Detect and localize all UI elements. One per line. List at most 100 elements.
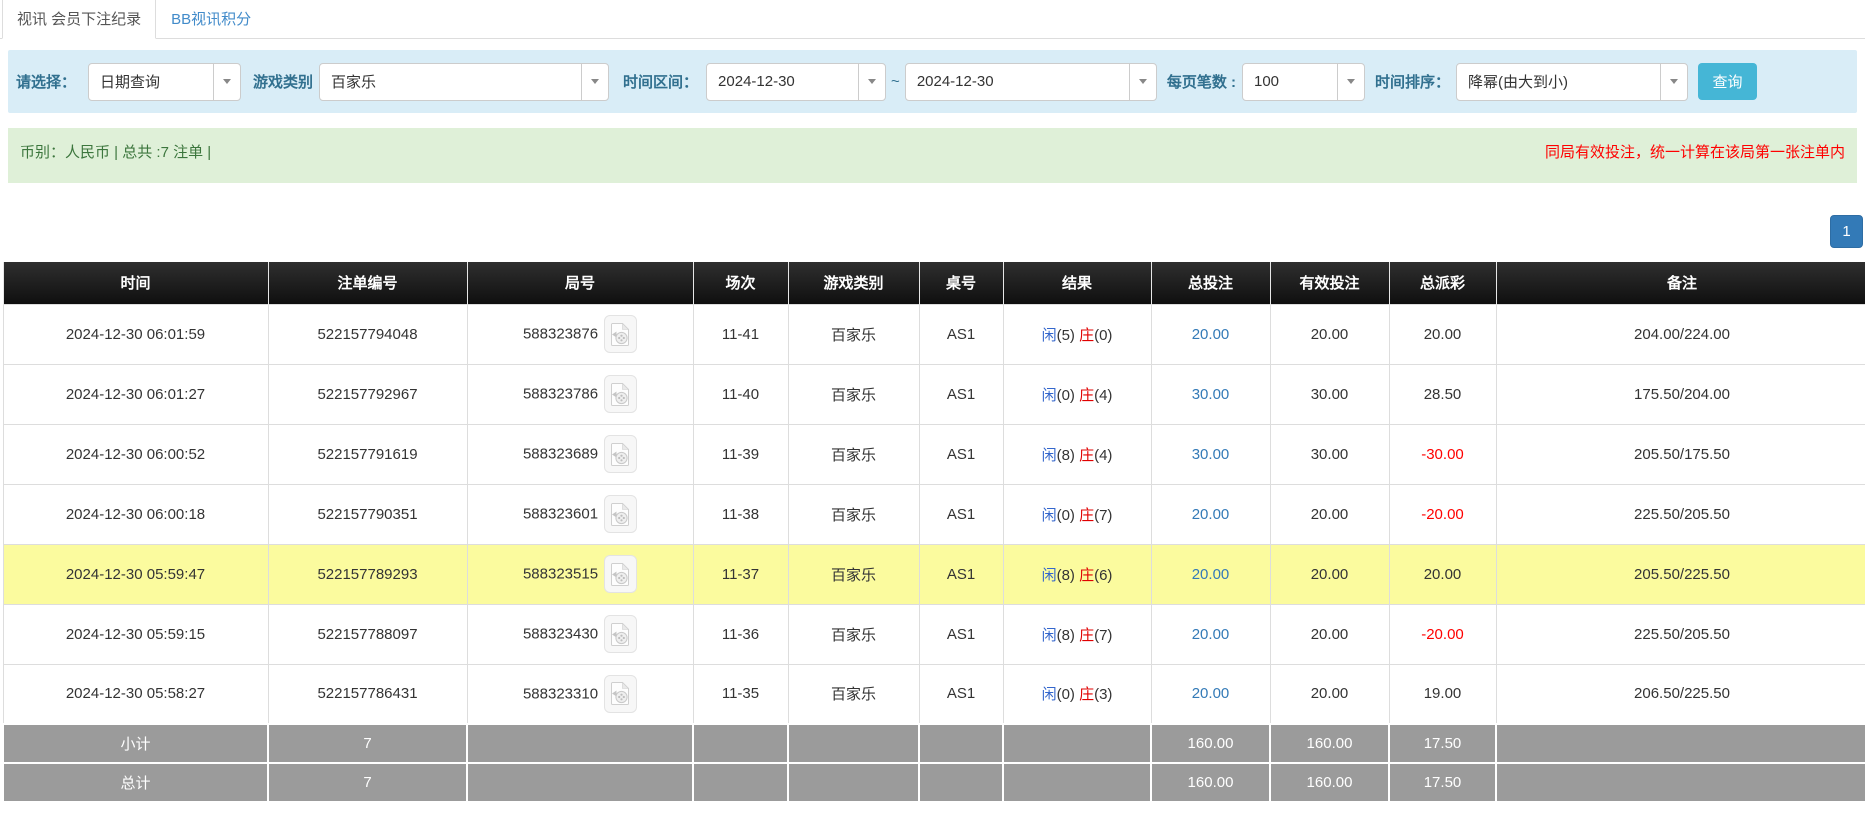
summary-empty-cell xyxy=(919,724,1003,763)
result-player-value: (0) xyxy=(1057,507,1080,524)
cell-valid-bet: 20.00 xyxy=(1270,484,1389,544)
cell-table-number: AS1 xyxy=(919,304,1003,364)
video-replay-icon[interactable] xyxy=(604,615,637,653)
cell-bet-number: 522157794048 xyxy=(268,304,467,364)
video-replay-icon[interactable] xyxy=(604,315,637,353)
total-bet-link[interactable]: 20.00 xyxy=(1192,685,1230,702)
cell-session: 11-38 xyxy=(693,484,788,544)
cell-total-bet: 20.00 xyxy=(1151,664,1270,724)
cell-total-bet: 20.00 xyxy=(1151,604,1270,664)
cell-time: 2024-12-30 06:00:18 xyxy=(3,484,268,544)
tab-video-bet-records[interactable]: 视讯 会员下注纪录 xyxy=(2,0,156,39)
summary-total-bet: 160.00 xyxy=(1151,763,1270,802)
total-bet-link[interactable]: 30.00 xyxy=(1192,446,1230,463)
total-bet-link[interactable]: 20.00 xyxy=(1192,566,1230,583)
video-replay-icon[interactable] xyxy=(604,435,637,473)
result-banker-label: 庄 xyxy=(1079,686,1094,703)
cell-round-number: 588323601 xyxy=(467,484,693,544)
total-bet-link[interactable]: 20.00 xyxy=(1192,626,1230,643)
query-type-select[interactable]: 日期查询 xyxy=(88,63,241,101)
cell-table-number: AS1 xyxy=(919,484,1003,544)
date-from-select[interactable]: 2024-12-30 xyxy=(706,63,886,101)
cell-table-number: AS1 xyxy=(919,664,1003,724)
bet-records-table: 时间注单编号局号场次游戏类别桌号结果总投注有效投注总派彩备注 2024-12-3… xyxy=(2,262,1865,803)
chevron-down-icon[interactable] xyxy=(1337,64,1364,100)
result-player-value: (8) xyxy=(1057,627,1080,644)
result-banker-label: 庄 xyxy=(1079,567,1094,584)
summary-empty-cell xyxy=(693,724,788,763)
pagination-page-1[interactable]: 1 xyxy=(1830,215,1863,248)
result-player-label: 闲 xyxy=(1042,627,1057,644)
date-to-select[interactable]: 2024-12-30 xyxy=(905,63,1157,101)
table-row: 2024-12-30 05:59:47522157789293588323515… xyxy=(3,544,1865,604)
cell-bet-number: 522157788097 xyxy=(268,604,467,664)
cell-result: 闲(5) 庄(0) xyxy=(1003,304,1151,364)
summary-empty-cell xyxy=(788,763,919,802)
cell-table-number: AS1 xyxy=(919,544,1003,604)
video-replay-icon[interactable] xyxy=(604,495,637,533)
cell-table-number: AS1 xyxy=(919,364,1003,424)
page-size-select[interactable]: 100 xyxy=(1242,63,1365,101)
cell-valid-bet: 20.00 xyxy=(1270,664,1389,724)
cell-payout: 28.50 xyxy=(1389,364,1496,424)
tab-bb-video-points[interactable]: BB视讯积分 xyxy=(156,0,266,39)
cell-game-type: 百家乐 xyxy=(788,364,919,424)
chevron-down-icon[interactable] xyxy=(1660,64,1687,100)
cell-remark: 206.50/225.50 xyxy=(1496,664,1865,724)
chevron-down-icon[interactable] xyxy=(213,64,240,100)
summary-empty-cell xyxy=(693,763,788,802)
video-replay-icon[interactable] xyxy=(604,675,637,713)
column-header-9: 有效投注 xyxy=(1270,262,1389,304)
round-number: 588323515 xyxy=(523,566,598,583)
result-banker-value: (7) xyxy=(1094,507,1112,524)
cell-result: 闲(8) 庄(7) xyxy=(1003,604,1151,664)
result-player-value: (8) xyxy=(1057,567,1080,584)
result-player-value: (0) xyxy=(1057,387,1080,404)
cell-round-number: 588323430 xyxy=(467,604,693,664)
cell-game-type: 百家乐 xyxy=(788,544,919,604)
cell-session: 11-36 xyxy=(693,604,788,664)
result-banker-label: 庄 xyxy=(1079,447,1094,464)
cell-bet-number: 522157786431 xyxy=(268,664,467,724)
game-type-select[interactable]: 百家乐 xyxy=(319,63,609,101)
chevron-down-icon[interactable] xyxy=(1129,64,1156,100)
time-sort-select[interactable]: 降幂(由大到小) xyxy=(1456,63,1688,101)
total-bet-link[interactable]: 20.00 xyxy=(1192,506,1230,523)
cell-bet-number: 522157789293 xyxy=(268,544,467,604)
cell-round-number: 588323689 xyxy=(467,424,693,484)
chevron-down-icon[interactable] xyxy=(581,64,608,100)
summary-empty-cell xyxy=(467,763,693,802)
round-number: 588323876 xyxy=(523,326,598,343)
date-range-tilde: ~ xyxy=(891,73,900,90)
cell-payout: 20.00 xyxy=(1389,304,1496,364)
column-header-2: 注单编号 xyxy=(268,262,467,304)
cell-game-type: 百家乐 xyxy=(788,664,919,724)
summary-empty-cell xyxy=(1003,763,1151,802)
video-replay-icon[interactable] xyxy=(604,375,637,413)
cell-payout: 19.00 xyxy=(1389,664,1496,724)
result-banker-label: 庄 xyxy=(1079,507,1094,524)
cell-result: 闲(0) 庄(7) xyxy=(1003,484,1151,544)
cell-game-type: 百家乐 xyxy=(788,304,919,364)
total-bet-link[interactable]: 30.00 xyxy=(1192,386,1230,403)
cell-remark: 175.50/204.00 xyxy=(1496,364,1865,424)
result-banker-label: 庄 xyxy=(1079,627,1094,644)
chevron-down-icon[interactable] xyxy=(858,64,885,100)
table-row: 2024-12-30 06:00:52522157791619588323689… xyxy=(3,424,1865,484)
result-banker-value: (0) xyxy=(1094,327,1112,344)
result-banker-value: (3) xyxy=(1094,686,1112,703)
total-bet-link[interactable]: 20.00 xyxy=(1192,326,1230,343)
video-replay-icon[interactable] xyxy=(604,555,637,593)
pagination: 1 xyxy=(0,215,1863,248)
date-to-value: 2024-12-30 xyxy=(906,73,1129,90)
result-banker-value: (6) xyxy=(1094,567,1112,584)
table-row: 2024-12-30 06:01:59522157794048588323876… xyxy=(3,304,1865,364)
summary-label: 小计 xyxy=(3,724,268,763)
search-button[interactable]: 查询 xyxy=(1698,63,1757,100)
cell-round-number: 588323786 xyxy=(467,364,693,424)
game-type-label: 游戏类别 xyxy=(253,71,313,92)
cell-result: 闲(0) 庄(4) xyxy=(1003,364,1151,424)
summary-empty-cell xyxy=(467,724,693,763)
column-header-4: 场次 xyxy=(693,262,788,304)
column-header-11: 备注 xyxy=(1496,262,1865,304)
